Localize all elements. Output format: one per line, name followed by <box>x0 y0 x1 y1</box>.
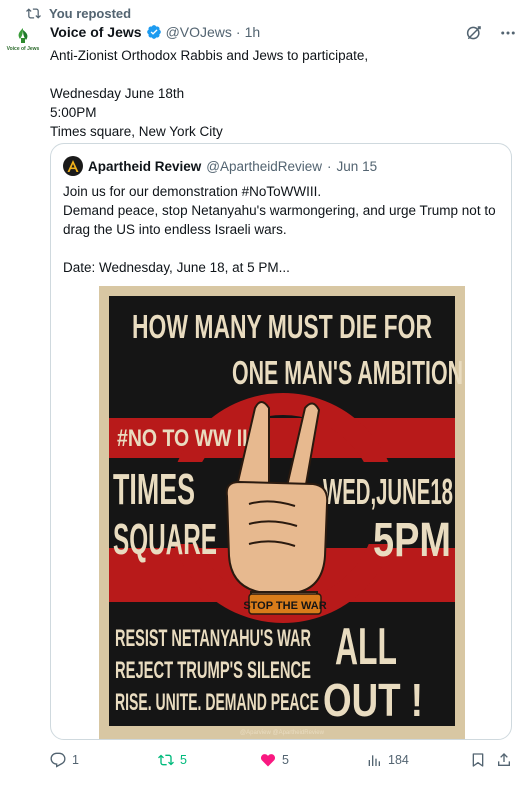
poster-bottom1: RESIST NETANYAHU'S WAR <box>115 625 311 652</box>
poster-footer: @Aparview @ApartheidReview <box>240 730 325 736</box>
poster-left2: SQUARE <box>113 515 217 564</box>
poster-bottom2: REJECT TRUMP'S SILENCE <box>115 657 311 684</box>
quoted-separator: · <box>327 158 332 174</box>
views-icon <box>368 755 380 766</box>
quoted-timestamp: Jun 15 <box>336 158 378 174</box>
post-top-actions <box>465 24 517 42</box>
post-header: Voice of Jews @VOJews · 1h <box>50 24 260 40</box>
poster-hashtag: #NO TO WW III <box>117 425 253 452</box>
avatar[interactable]: Voice of Jews <box>4 26 42 52</box>
timestamp[interactable]: 1h <box>245 24 261 40</box>
reply-count: 1 <box>72 753 79 767</box>
repost-icon <box>158 754 174 766</box>
like-button[interactable]: 5 <box>260 752 289 768</box>
views-button[interactable]: 184 <box>366 752 409 768</box>
avatar-text: Voice of Jews <box>7 46 40 52</box>
quoted-post[interactable]: Apartheid Review @ApartheidReview · Jun … <box>50 143 512 740</box>
share-icon <box>498 753 510 766</box>
quoted-avatar <box>63 156 83 176</box>
display-name[interactable]: Voice of Jews <box>50 24 142 40</box>
poster-bottom3: RISE. UNITE. DEMAND PEACE <box>115 689 319 716</box>
post-actions: 1 5 5 184 <box>50 752 512 772</box>
quoted-post-header: Apartheid Review @ApartheidReview · Jun … <box>63 156 377 176</box>
verified-badge-icon <box>146 25 161 39</box>
poster-badge: STOP THE WAR <box>243 600 326 612</box>
repost-label: You reposted <box>49 5 132 21</box>
poster-line1: HOW MANY MUST DIE FOR <box>132 308 432 345</box>
handle[interactable]: @VOJews <box>166 24 232 40</box>
quoted-post-text: Join us for our demonstration #NoToWWIII… <box>63 184 496 275</box>
post-text: Anti-Zionist Orthodox Rabbis and Jews to… <box>50 48 369 139</box>
repost-button[interactable]: 5 <box>158 752 187 768</box>
poster-right1: WED,JUNE18 <box>323 471 453 512</box>
reply-icon <box>50 752 66 768</box>
repost-indicator[interactable]: You reposted <box>26 4 131 22</box>
repost-icon <box>26 7 41 19</box>
share-button[interactable] <box>496 752 512 768</box>
repost-count: 5 <box>180 753 187 767</box>
views-count: 184 <box>388 753 409 767</box>
bookmark-button[interactable] <box>470 752 486 768</box>
grok-icon[interactable] <box>465 24 483 42</box>
heart-icon <box>260 754 276 767</box>
post-page: You reposted Voice of Jews Voice of Jews… <box>0 0 531 786</box>
poster-left1: TIMES <box>113 465 195 514</box>
more-icon[interactable] <box>499 24 517 42</box>
separator: · <box>235 24 241 40</box>
poster-allout1: ALL <box>335 618 397 676</box>
apartheid-review-logo-icon <box>67 160 79 172</box>
bookmark-icon <box>472 753 484 767</box>
poster-right2: 5PM <box>373 514 451 567</box>
poster-image[interactable]: HOW MANY MUST DIE FOR ONE MAN'S AMBITION… <box>99 286 465 739</box>
quoted-handle: @ApartheidReview <box>206 158 323 174</box>
reply-button[interactable]: 1 <box>50 752 79 768</box>
like-count: 5 <box>282 753 289 767</box>
poster-line2: ONE MAN'S AMBITION ? <box>232 354 465 391</box>
poster-allout2: OUT ! <box>323 674 423 726</box>
quoted-display-name: Apartheid Review <box>88 158 202 174</box>
